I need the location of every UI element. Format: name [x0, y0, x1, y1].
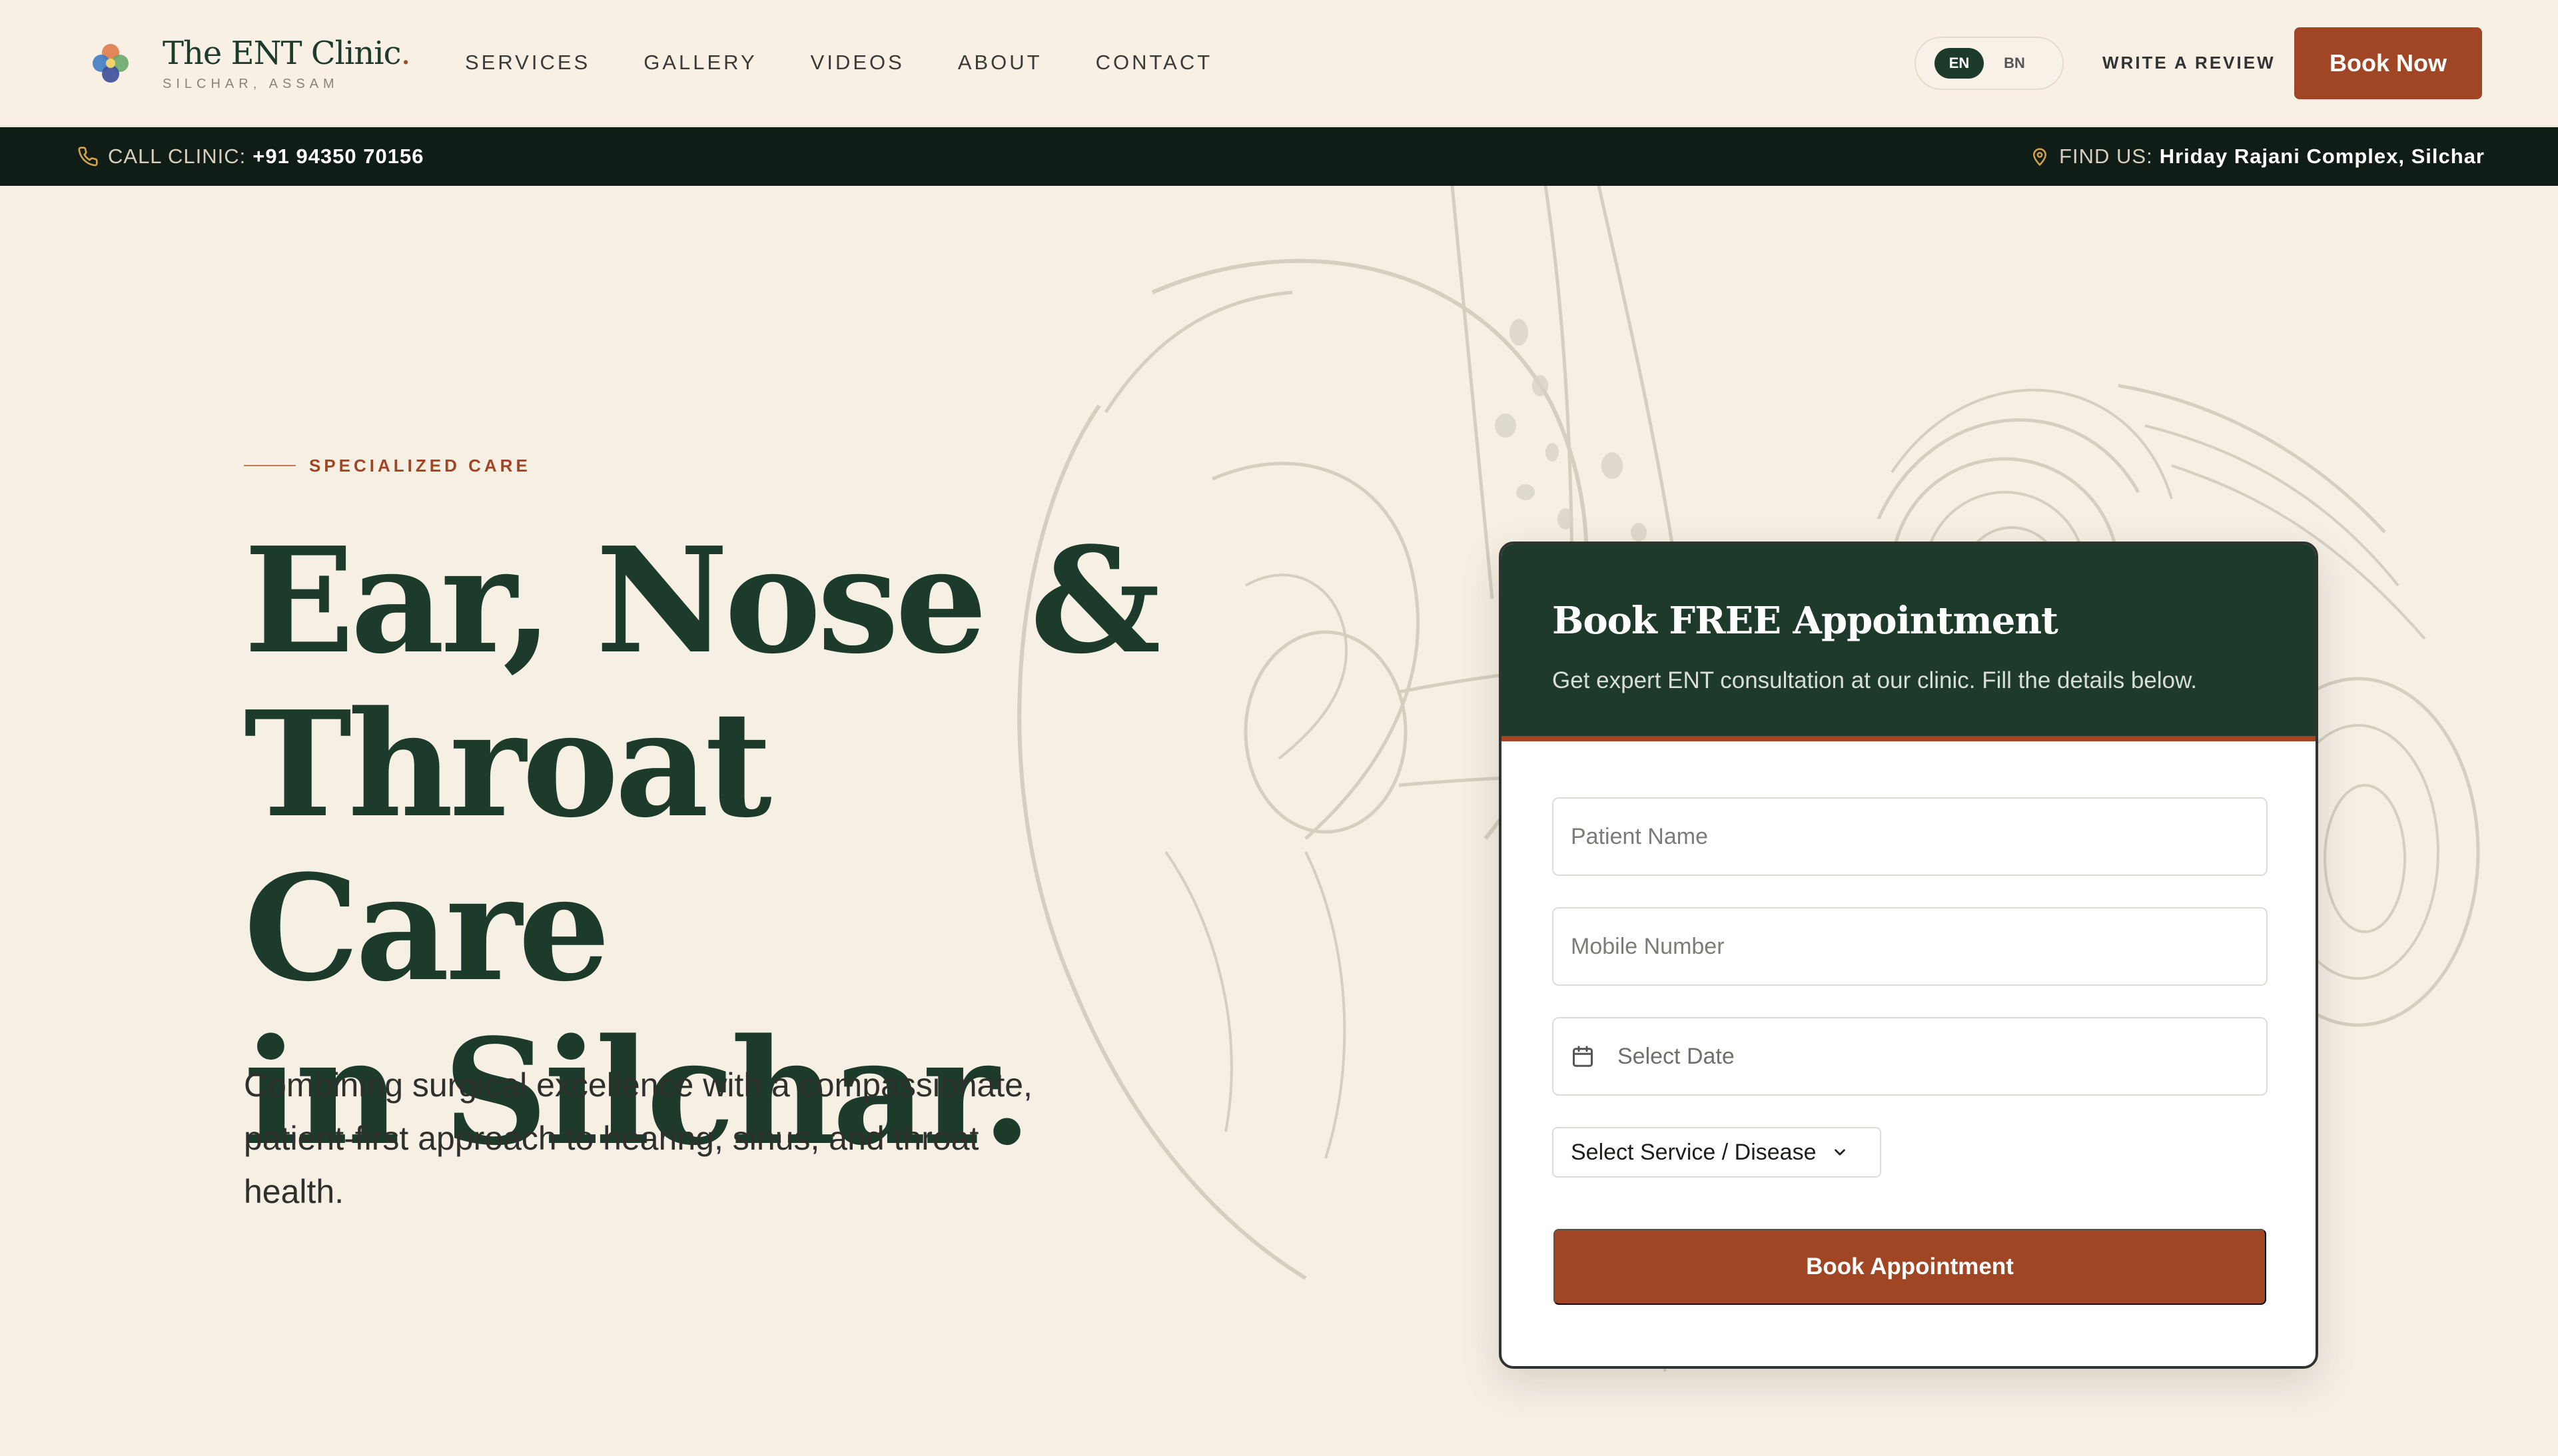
- contact-info-bar: CALL CLINIC: +91 94350 70156 FIND US: Hr…: [0, 127, 2558, 186]
- find-us-label: FIND US:: [2059, 145, 2153, 168]
- lang-en-option[interactable]: EN: [1934, 48, 1984, 79]
- hero-section: SPECIALIZED CARE Ear, Nose & Throat Care…: [0, 186, 2558, 1456]
- brand-dot: .: [400, 35, 411, 72]
- map-pin-icon: [2033, 148, 2047, 166]
- eyebrow-label: SPECIALIZED CARE: [309, 456, 531, 476]
- nav-videos[interactable]: VIDEOS: [811, 51, 905, 75]
- brand-logo[interactable]: The ENT Clinic. SILCHAR, ASSAM: [85, 35, 411, 92]
- book-appointment-button[interactable]: Book Appointment: [1553, 1229, 2266, 1305]
- find-us[interactable]: FIND US: Hriday Rajani Complex, Silchar: [2030, 145, 2485, 169]
- service-select[interactable]: Select Service / Disease: [1552, 1127, 1881, 1178]
- nav-contact[interactable]: CONTACT: [1096, 51, 1213, 75]
- brand-name: The ENT Clinic: [163, 35, 401, 72]
- clinic-logo-icon: [93, 44, 129, 83]
- mobile-number-input[interactable]: [1571, 909, 2266, 984]
- chevron-down-icon: [1834, 1149, 1845, 1156]
- service-select-value: Select Service / Disease: [1571, 1139, 1817, 1165]
- booking-card-header: Book FREE Appointment Get expert ENT con…: [1501, 544, 2316, 741]
- find-us-address: Hriday Rajani Complex, Silchar: [2159, 145, 2485, 168]
- patient-name-input[interactable]: [1571, 799, 2266, 875]
- calendar-icon: [1573, 1046, 1593, 1067]
- call-label: CALL CLINIC:: [108, 145, 246, 168]
- nav-gallery[interactable]: GALLERY: [643, 51, 757, 75]
- nav-services[interactable]: SERVICES: [465, 51, 590, 75]
- hero-title-line-1: Ear, Nose &: [244, 516, 1161, 686]
- hero-eyebrow: SPECIALIZED CARE: [244, 456, 531, 476]
- call-number[interactable]: +91 94350 70156: [252, 145, 424, 169]
- site-header: The ENT Clinic. SILCHAR, ASSAM SERVICES …: [0, 0, 2558, 127]
- call-clinic[interactable]: CALL CLINIC: +91 94350 70156: [77, 145, 424, 169]
- patient-name-field[interactable]: [1552, 797, 2268, 876]
- select-date-field[interactable]: Select Date: [1552, 1017, 2268, 1096]
- brand-location: SILCHAR, ASSAM: [163, 77, 339, 91]
- hero-title-line-2: Throat Care: [244, 679, 772, 1014]
- booking-card: Book FREE Appointment Get expert ENT con…: [1499, 542, 2318, 1369]
- lang-bn-option[interactable]: BN: [1994, 48, 2034, 79]
- booking-title: Book FREE Appointment: [1552, 599, 2058, 643]
- phone-icon: [78, 147, 98, 167]
- booking-subtitle: Get expert ENT consultation at our clini…: [1552, 667, 2198, 693]
- write-review-link[interactable]: WRITE A REVIEW: [2102, 52, 2276, 73]
- mobile-number-field[interactable]: [1552, 907, 2268, 986]
- language-toggle: EN BN: [1915, 37, 2064, 90]
- nav-about[interactable]: ABOUT: [958, 51, 1043, 75]
- book-now-button[interactable]: Book Now: [2294, 27, 2482, 99]
- hero-description: Combining surgical excellence with a com…: [244, 1066, 1033, 1210]
- main-nav: SERVICES GALLERY VIDEOS ABOUT CONTACT: [465, 51, 1266, 75]
- eyebrow-divider: [244, 465, 296, 466]
- select-date-placeholder: Select Date: [1617, 1043, 1735, 1069]
